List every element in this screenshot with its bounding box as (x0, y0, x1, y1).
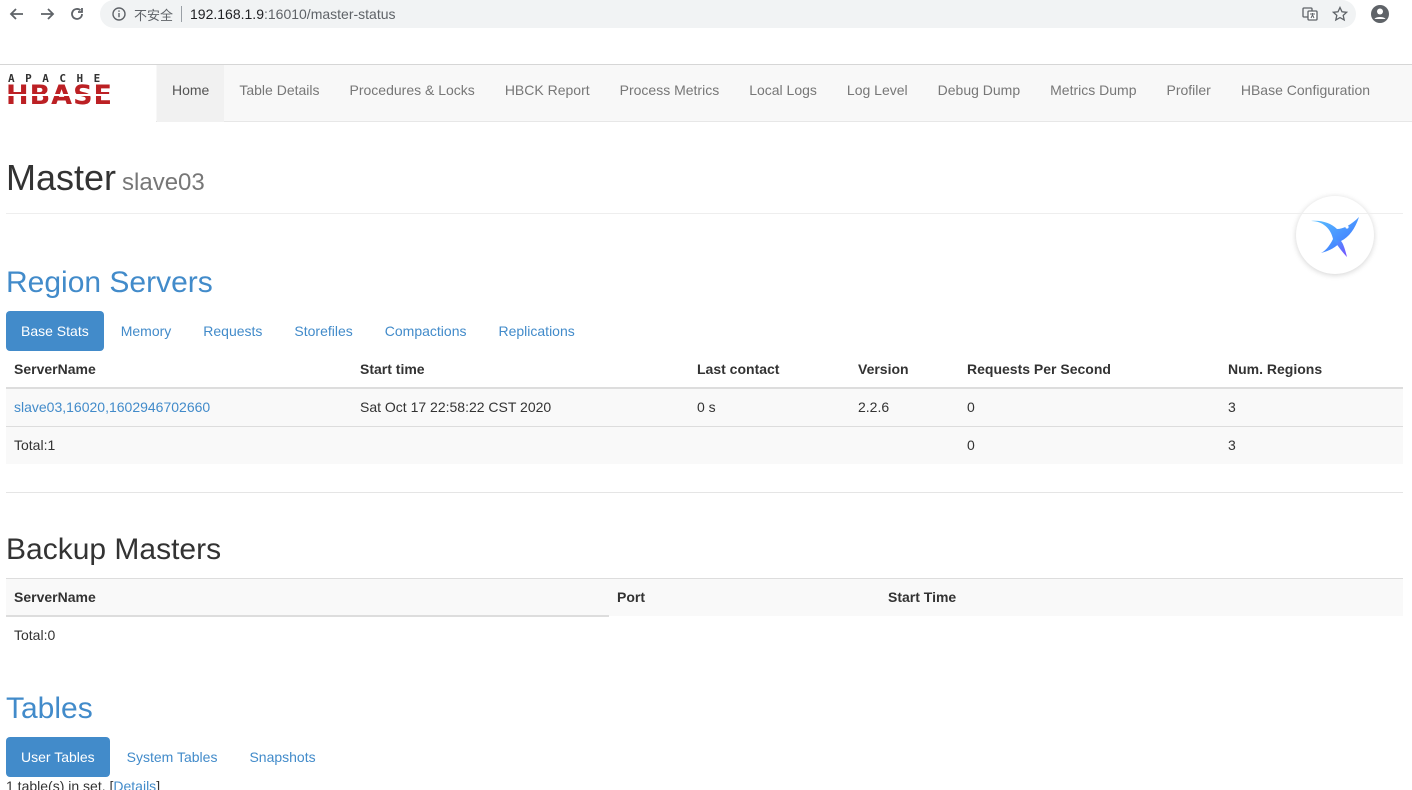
nav-home[interactable]: Home (157, 65, 225, 122)
tab-requests[interactable]: Requests (188, 311, 277, 351)
col-num-regions: Num. Regions (1220, 351, 1403, 389)
tables-summary-text: 1 table(s) in set. [ (6, 778, 114, 790)
nav-table-details[interactable]: Table Details (224, 65, 334, 122)
cell-total-label: Total:0 (14, 627, 56, 643)
col-servername: ServerName (6, 578, 609, 617)
profile-avatar-icon[interactable] (1370, 4, 1390, 24)
cell-empty (880, 616, 1403, 654)
details-link[interactable]: Details (113, 778, 156, 790)
nav-log-level[interactable]: Log Level (832, 65, 923, 122)
col-port: Port (617, 589, 645, 606)
browser-toolbar: 不安全 192.168.1.9:16010/master-status (0, 0, 1412, 28)
address-divider (181, 6, 183, 22)
region-servers-table: ServerName Start time Last contact Versi… (6, 351, 1403, 464)
cell-total-label: Total:1 (6, 425, 352, 464)
back-arrow-icon (9, 8, 23, 20)
bookmark-star-icon[interactable] (1332, 6, 1348, 22)
total-row: Total:1 0 3 (6, 425, 1403, 464)
reload-icon (71, 8, 83, 20)
col-servername: ServerName (6, 351, 352, 389)
cell-version: 2.2.6 (850, 387, 959, 426)
nav-process-metrics[interactable]: Process Metrics (605, 65, 735, 122)
url-host[interactable]: 192.168.1.9 (190, 6, 264, 22)
address-bar[interactable]: 不安全 192.168.1.9:16010/master-status (100, 0, 1356, 28)
main-content: Master slave03 Region Servers Base Stats … (6, 122, 1403, 790)
cell-empty (689, 425, 850, 464)
nav-hbck-report[interactable]: HBCK Report (490, 65, 605, 122)
tab-replications[interactable]: Replications (483, 311, 589, 351)
translate-icon[interactable] (1302, 6, 1318, 22)
tab-user-tables[interactable]: User Tables (6, 737, 110, 777)
tab-compactions[interactable]: Compactions (370, 311, 482, 351)
tab-snapshots[interactable]: Snapshots (234, 737, 330, 777)
nav-debug-dump[interactable]: Debug Dump (923, 65, 1036, 122)
hbase-logo[interactable]: APACHE HBASE (0, 65, 156, 122)
col-version: Version (850, 351, 959, 389)
cell-start-time: Sat Oct 17 22:58:22 CST 2020 (352, 387, 689, 426)
tab-memory[interactable]: Memory (106, 311, 187, 351)
forward-arrow-icon (41, 8, 55, 20)
logo-stripe (8, 94, 142, 96)
tables-tabs: User Tables System Tables Snapshots (6, 737, 333, 777)
cell-rps: 0 (959, 387, 1220, 426)
nav-metrics-dump[interactable]: Metrics Dump (1035, 65, 1151, 122)
col-start-time: Start time (352, 351, 689, 389)
tab-base-stats[interactable]: Base Stats (6, 311, 104, 351)
tab-system-tables[interactable]: System Tables (112, 737, 233, 777)
url-path[interactable]: :16010/master-status (264, 6, 396, 22)
col-start-time: Start Time (888, 589, 957, 606)
cell-servername: slave03,16020,1602946702660 (6, 387, 352, 426)
address-actions (1302, 0, 1348, 28)
hbase-navbar: APACHE HBASE Home Table Details Procedur… (0, 64, 1412, 122)
col-requests-per-second: Requests Per Second (959, 351, 1220, 389)
nav-local-logs[interactable]: Local Logs (734, 65, 832, 122)
tables-summary: 1 table(s) in set. [Details] (6, 778, 160, 790)
nav-hbase-configuration[interactable]: HBase Configuration (1226, 65, 1385, 122)
section-divider (6, 492, 1403, 493)
hummingbird-icon (1311, 217, 1359, 257)
master-hostname: slave03 (122, 169, 205, 196)
cell-empty (609, 616, 880, 654)
nav-menu: Home Table Details Procedures & Locks HB… (157, 65, 1385, 122)
forward-button[interactable] (34, 0, 60, 28)
nav-procedures-locks[interactable]: Procedures & Locks (335, 65, 490, 122)
table-row: slave03,16020,1602946702660 Sat Oct 17 2… (6, 387, 1403, 426)
back-button[interactable] (4, 0, 30, 28)
table-header-row: ServerName Port Start Time (6, 578, 1403, 617)
col-last-contact: Last contact (689, 351, 850, 389)
server-link[interactable]: slave03,16020,1602946702660 (14, 399, 210, 415)
page-title-text: Master (6, 157, 117, 198)
cell-regions: 3 (1220, 387, 1403, 426)
insecure-label[interactable]: 不安全 (134, 5, 173, 24)
info-icon[interactable] (112, 7, 126, 21)
tables-heading[interactable]: Tables (6, 692, 93, 726)
cell-total-regions: 3 (1220, 425, 1403, 464)
tab-storefiles[interactable]: Storefiles (279, 311, 367, 351)
cell-last-contact: 0 s (689, 387, 850, 426)
backup-masters-table: ServerName Port Start Time Total:0 (6, 578, 1403, 654)
backup-masters-heading: Backup Masters (6, 533, 222, 566)
nav-profiler[interactable]: Profiler (1152, 65, 1226, 122)
cell-empty (352, 425, 689, 464)
cell-empty (850, 425, 959, 464)
page-title: Master slave03 (6, 157, 205, 199)
reload-button[interactable] (64, 0, 90, 28)
total-row: Total:0 (6, 616, 1403, 654)
page-header: Master slave03 (6, 122, 1403, 214)
tables-summary-end: ] (156, 778, 161, 790)
region-servers-heading[interactable]: Region Servers (6, 266, 213, 300)
table-header-row: ServerName Start time Last contact Versi… (6, 351, 1403, 389)
cell-total-rps: 0 (959, 425, 1220, 464)
region-servers-tabs: Base Stats Memory Requests Storefiles Co… (6, 311, 592, 351)
